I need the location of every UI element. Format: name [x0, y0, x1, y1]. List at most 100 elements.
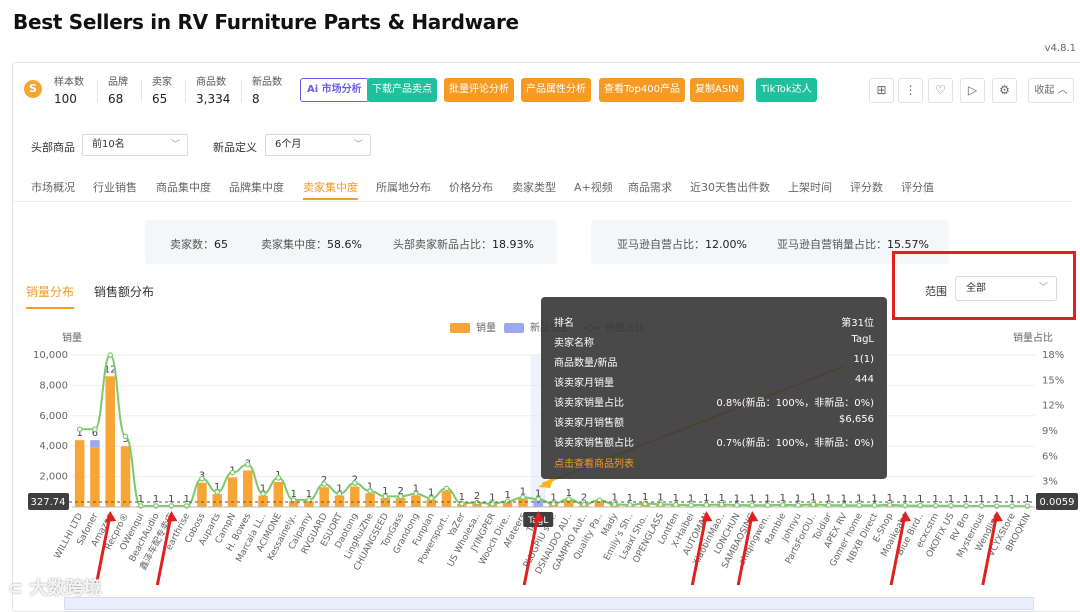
chevron-down-icon: ﹀	[1038, 283, 1048, 293]
top400-button[interactable]: 查看Top400产品	[599, 78, 685, 102]
ratio-point	[1024, 503, 1031, 509]
ratio-point	[535, 496, 542, 502]
ratio-point	[428, 495, 435, 501]
y2-tick-label: 18%	[1042, 350, 1064, 361]
summary-amazon-volume-ratio: 亚马逊自营销量占比：15.57%	[777, 238, 929, 251]
ratio-point	[260, 490, 266, 497]
bar	[227, 477, 238, 507]
tiktok-button[interactable]: TikTok达人	[756, 78, 817, 102]
summary-seller-count: 卖家数：65	[170, 238, 228, 251]
ratio-point	[443, 485, 450, 492]
tooltip-row: 排名 第31位	[554, 318, 874, 329]
tab-30day-sold[interactable]: 近30天售出件数	[690, 179, 770, 195]
favorite-icon[interactable]: ♡	[928, 78, 953, 103]
tab-rating-value[interactable]: 评分值	[901, 179, 934, 195]
summary-amazon-ratio: 亚马逊自营占比：12.00%	[617, 238, 747, 251]
bar	[120, 446, 131, 507]
tab-price[interactable]: 价格分布	[449, 179, 493, 195]
ratio-point	[779, 502, 786, 508]
y-tick-label: 6,000	[39, 411, 68, 422]
stat-sellers: 卖家 65	[152, 77, 172, 106]
download-selling-points-button[interactable]: 下载产品卖点	[367, 78, 437, 102]
subtab-revenue[interactable]: 销售额分布	[94, 283, 154, 300]
ratio-point	[474, 499, 480, 506]
tab-market-overview[interactable]: 市场概况	[31, 179, 75, 195]
settings-icon[interactable]: ⚙	[992, 78, 1017, 103]
video-icon[interactable]: ▷	[960, 78, 985, 103]
copy-asin-button[interactable]: 复制ASIN	[690, 78, 744, 102]
tab-demand[interactable]: 商品需求	[628, 179, 672, 195]
bar	[197, 482, 207, 507]
tooltip-row: 商品数量/新品 1(1)	[554, 354, 874, 369]
ratio-point	[214, 489, 221, 495]
ratio-point	[581, 501, 587, 508]
tab-seller-type[interactable]: 卖家类型	[512, 179, 556, 195]
ratio-point	[993, 503, 1000, 509]
tab-aplus-video[interactable]: A+视频	[574, 179, 613, 195]
left-pointer-value: 327.74	[31, 497, 66, 508]
subtab-volume[interactable]: 销量分布	[26, 283, 75, 309]
tab-seller-concentration[interactable]: 卖家集中度	[303, 179, 358, 200]
ratio-point	[520, 494, 526, 501]
range-select[interactable]: 全部 ﹀	[955, 276, 1057, 301]
ratio-point	[244, 461, 251, 468]
ratio-point	[290, 497, 297, 503]
head-products-select[interactable]: 前10名 ﹀	[82, 134, 188, 156]
ratio-point	[199, 475, 205, 482]
ratio-point	[504, 498, 511, 505]
ai-icon: Ai	[307, 84, 322, 95]
tab-product-concentration[interactable]: 商品集中度	[156, 179, 211, 195]
stat-new-products: 新品数 8	[252, 77, 282, 106]
ratio-point	[107, 352, 114, 358]
bar	[74, 440, 85, 507]
legend-swatch	[450, 323, 470, 333]
ratio-point	[886, 502, 893, 508]
ratio-point	[122, 433, 129, 440]
review-analysis-button[interactable]: 批量评论分析	[444, 78, 514, 102]
more-icon[interactable]: ⋮	[898, 78, 923, 103]
tab-industry-sales[interactable]: 行业销售	[93, 179, 137, 195]
ratio-point	[336, 490, 343, 497]
tab-listing-time[interactable]: 上架时间	[788, 179, 832, 195]
chart-scrollbar[interactable]	[64, 597, 1034, 610]
ratio-point	[306, 497, 312, 503]
grid-icon[interactable]: ⊞	[869, 78, 894, 103]
bar	[212, 494, 222, 507]
ratio-point	[351, 480, 358, 486]
tab-rating-count[interactable]: 评分数	[850, 179, 883, 195]
y-tick-label: 2,000	[39, 472, 68, 483]
ratio-point	[397, 493, 404, 500]
ratio-point	[1009, 503, 1015, 509]
bar	[334, 495, 345, 507]
ratio-point	[565, 496, 572, 502]
version-label: v4.8.1	[1044, 43, 1076, 54]
tab-location[interactable]: 所属地分布	[376, 179, 431, 195]
head-products-label: 头部商品	[31, 141, 75, 154]
ai-market-button[interactable]: Ai 市场分析	[300, 78, 369, 102]
tooltip-row: 该卖家月销量 444	[554, 374, 874, 389]
ratio-point	[92, 426, 98, 433]
new-definition-select[interactable]: 6个月 ﹀	[265, 134, 371, 156]
ratio-point	[321, 481, 328, 487]
ratio-point	[703, 502, 710, 508]
right-pointer-value: 0.0059	[1040, 497, 1075, 508]
y2-tick-label: 6%	[1042, 451, 1058, 462]
bar	[273, 481, 284, 507]
y-tick-label: 8,000	[39, 380, 68, 391]
view-products-link[interactable]: 点击查看商品列表	[554, 455, 634, 470]
tooltip-row: 该卖家销售额占比 0.7%(新品：100%，非新品：0%)	[554, 438, 874, 449]
y2-axis-title: 销量占比	[1013, 331, 1053, 344]
bar	[411, 495, 421, 507]
summary-seller-concentration: 卖家集中度：58.6%	[261, 238, 362, 251]
legend-label: 销量	[476, 321, 496, 334]
ratio-point	[627, 502, 633, 508]
summary-left: 卖家数：65 卖家集中度：58.6% 头部卖家新品占比：18.93%	[145, 220, 557, 264]
attribute-analysis-button[interactable]: 产品属性分析	[521, 78, 591, 102]
tab-brand-concentration[interactable]: 品牌集中度	[229, 179, 284, 195]
summary-head-new-ratio: 头部卖家新品占比：18.93%	[393, 238, 534, 251]
ratio-point	[275, 475, 282, 481]
y-axis-title: 销量	[62, 331, 82, 344]
collapse-button[interactable]: 收起 ︿	[1028, 78, 1074, 103]
y-tick-label: 4,000	[39, 441, 68, 452]
y2-tick-label: 15%	[1042, 375, 1064, 386]
